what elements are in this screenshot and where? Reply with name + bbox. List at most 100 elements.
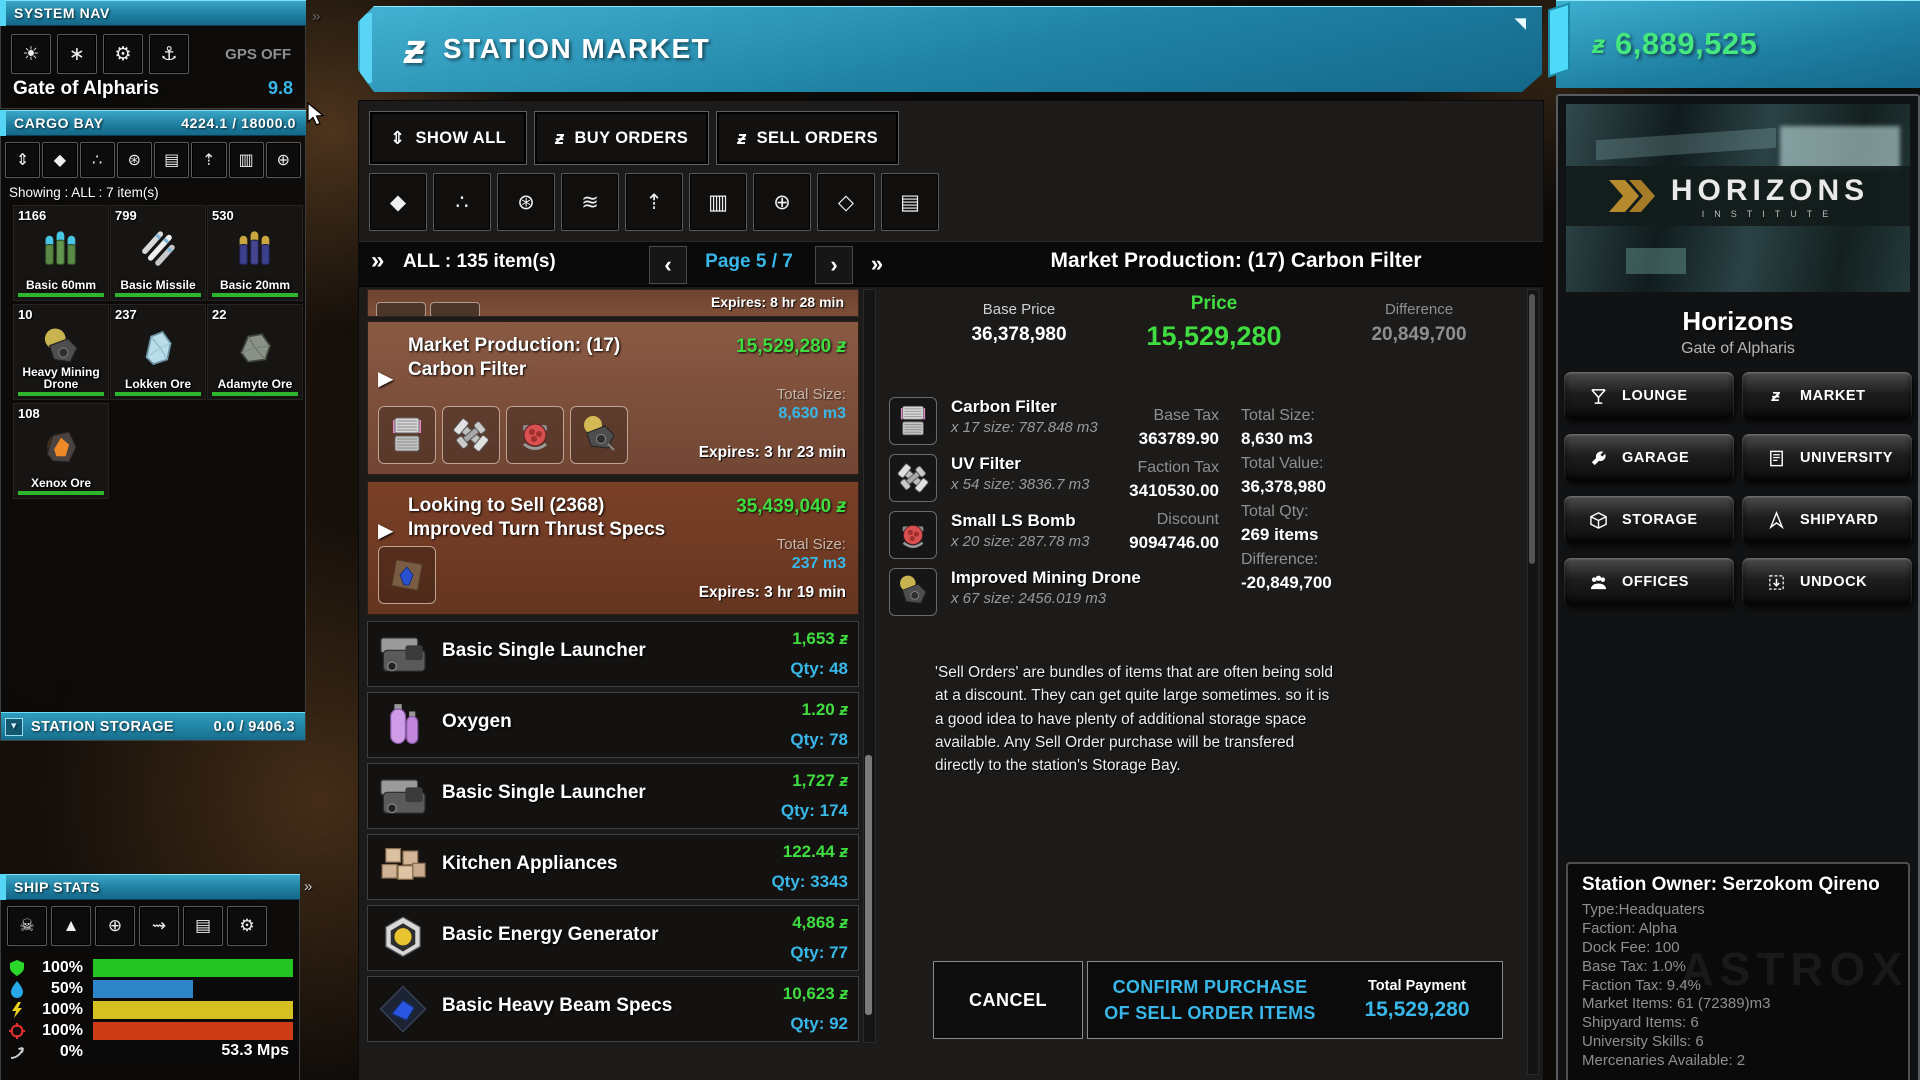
filter-ore-button[interactable]: ◆	[369, 173, 427, 231]
market-row-basic-heavy-beam-specs[interactable]: Basic Heavy Beam Specs 10,623 ƶ Qty: 92	[367, 976, 859, 1042]
nav-routes-icon[interactable]: ∗	[57, 34, 97, 74]
resize-arrow-icon[interactable]: ◥	[1514, 14, 1526, 32]
cargo-item-basic-missile[interactable]: 799 Basic Missile	[110, 205, 206, 301]
difference-total-label: Difference:	[1241, 551, 1318, 569]
order-price: 35,439,040	[736, 496, 831, 517]
filter-cargo-button[interactable]: ◇	[817, 173, 875, 231]
bundle-thumb-carbon-filter[interactable]	[378, 406, 436, 464]
cargo-filter-drones-button[interactable]: ▤	[154, 142, 189, 178]
ammo-icon: ▥	[239, 150, 254, 170]
bundle-thumb-mining-drone[interactable]	[570, 406, 628, 464]
shipstats-collapse-icon[interactable]: »	[304, 878, 312, 895]
nav-beacon-icon[interactable]: ⚓	[149, 34, 189, 74]
energy-bar	[93, 1001, 293, 1019]
speed-percent: 0%	[31, 1043, 83, 1061]
filter-modules-button[interactable]: ⊕	[753, 173, 811, 231]
item-name: Basic Missile	[113, 279, 203, 291]
oxygen-icon	[376, 698, 430, 752]
energy-generator-icon	[376, 911, 430, 965]
shipyard-button[interactable]: SHIPYARD	[1742, 496, 1912, 544]
cargo-item-heavy-mining-drone[interactable]: 10 Heavy Mining Drone	[13, 304, 109, 400]
filter-goods-button[interactable]: ∴	[433, 173, 491, 231]
detail-scrollbar-thumb[interactable]	[1529, 294, 1535, 564]
cargo-filter-modules-button[interactable]: ⊕	[266, 142, 301, 178]
currency-icon: ƶ	[1592, 29, 1605, 60]
bundle-thumb-uv-filter[interactable]	[442, 406, 500, 464]
nav-system-icon[interactable]: ☀	[11, 34, 51, 74]
storage-button[interactable]: STORAGE	[1564, 496, 1734, 544]
garage-button[interactable]: GARAGE	[1564, 434, 1734, 482]
list-scrollbar[interactable]	[863, 289, 876, 1043]
ship-cargo-button[interactable]: ▤	[183, 906, 223, 946]
confirm-purchase-button[interactable]: CONFIRM PURCHASE OF SELL ORDER ITEMS Tot…	[1087, 961, 1503, 1039]
cargo-item-xenox-ore[interactable]: 108 Xenox Ore	[13, 403, 109, 499]
station-image: HORIZONS INSTITUTE	[1566, 104, 1910, 292]
cargo-filter-all-button[interactable]: ⇕	[5, 142, 40, 178]
ship-thrust-button[interactable]: ⇝	[139, 906, 179, 946]
capacitor-icon	[7, 980, 27, 998]
wallet-bar: ƶ 6,889,525	[1556, 0, 1920, 88]
bundle-item-improved-mining-drone[interactable]: Improved Mining Drone x 67 size: 2456.01…	[889, 568, 1189, 618]
page-next-button[interactable]: ›	[815, 246, 853, 284]
market-row-oxygen[interactable]: Oxygen 1.20 ƶ Qty: 78	[367, 692, 859, 758]
expand-list-icon[interactable]: »	[371, 247, 384, 275]
filter-components-button[interactable]: ⊛	[497, 173, 555, 231]
ship-repair-button[interactable]: ⚙	[227, 906, 267, 946]
cargo-filter-ammo-button[interactable]: ▥	[229, 142, 264, 178]
lounge-button[interactable]: LOUNGE	[1564, 372, 1734, 420]
cancel-button[interactable]: CANCEL	[933, 961, 1083, 1039]
cargo-filter-missiles-button[interactable]: ⇡	[191, 142, 226, 178]
page-prev-button[interactable]: ‹	[649, 246, 687, 284]
filter-drones-button[interactable]: ≋	[561, 173, 619, 231]
station-logo-subtitle: INSTITUTE	[1671, 209, 1869, 219]
market-row-basic-energy-generator[interactable]: Basic Energy Generator 4,868 ƶ Qty: 77	[367, 905, 859, 971]
filter-orders-button[interactable]: ▤	[881, 173, 939, 231]
cargo-filter-ore-button[interactable]: ◆	[42, 142, 77, 178]
offices-button[interactable]: OFFICES	[1564, 558, 1734, 606]
ammo-icon: ▥	[708, 190, 728, 215]
cargo-bay-header[interactable]: CARGO BAY 4224.1 / 18000.0	[0, 110, 306, 136]
base-tax-label: Base Tax	[1059, 407, 1219, 425]
cargo-item-adamyte-ore[interactable]: 22 Adamyte Ore	[207, 304, 303, 400]
ship-pilot-button[interactable]: ☠	[7, 906, 47, 946]
ship-hull-button[interactable]: ▲	[51, 906, 91, 946]
lokken-ore-icon	[135, 325, 181, 371]
nav-waypoints-icon[interactable]: ⚙	[103, 34, 143, 74]
station-storage-bar[interactable]: ▾ STATION STORAGE 0.0 / 9406.3	[1, 712, 305, 740]
sysnav-collapse-icon[interactable]: »	[312, 8, 320, 25]
difference-value: 20,849,700	[1319, 324, 1519, 346]
order-row-partial[interactable]: Expires: 8 hr 28 min	[367, 289, 859, 317]
cargo-filter-components-button[interactable]: ⊛	[117, 142, 152, 178]
ship-modules-button[interactable]: ⊕	[95, 906, 135, 946]
university-button[interactable]: UNIVERSITY	[1742, 434, 1912, 482]
bundle-thumb-specs[interactable]	[378, 546, 436, 604]
expand-storage-icon[interactable]: ▾	[5, 718, 23, 736]
gps-status[interactable]: GPS OFF	[225, 46, 291, 63]
cargo-item-basic-20mm[interactable]: 530 Basic 20mm	[207, 205, 303, 301]
market-row-kitchen-appliances[interactable]: Kitchen Appliances 122.44 ƶ Qty: 3343	[367, 834, 859, 900]
cargo-item-lokken-ore[interactable]: 237 Lokken Ore	[110, 304, 206, 400]
confirm-label-line2: OF SELL ORDER ITEMS	[1104, 1003, 1315, 1023]
filter-ammo-button[interactable]: ▥	[689, 173, 747, 231]
market-row-basic-single-launcher[interactable]: Basic Single Launcher 1,653 ƶ Qty: 48	[367, 621, 859, 687]
order-row-looking-to-sell[interactable]: ▶ Looking to Sell (2368) Improved Turn T…	[367, 481, 859, 615]
market-row-basic-single-launcher-2[interactable]: Basic Single Launcher 1,727 ƶ Qty: 174	[367, 763, 859, 829]
undock-button[interactable]: UNDOCK	[1742, 558, 1912, 606]
row-item-name: Oxygen	[442, 711, 512, 733]
tab-show-all[interactable]: ⇕ SHOW ALL	[369, 111, 527, 165]
ship-stats-header[interactable]: SHIP STATS	[0, 874, 300, 900]
currency-icon: ƶ	[840, 700, 849, 719]
bundle-thumb-ls-bomb[interactable]	[506, 406, 564, 464]
market-button[interactable]: ƶ MARKET	[1742, 372, 1912, 420]
bundle-item-name: Carbon Filter	[951, 397, 1057, 417]
filter-missiles-button[interactable]: ⇡	[625, 173, 683, 231]
page-last-button[interactable]: »	[859, 246, 895, 282]
system-nav-header[interactable]: SYSTEM NAV	[0, 0, 306, 26]
cargo-filter-goods-button[interactable]: ∴	[80, 142, 115, 178]
tab-sell-orders[interactable]: ƶ SELL ORDERS	[716, 111, 899, 165]
tab-buy-orders[interactable]: ƶ BUY ORDERS	[534, 111, 709, 165]
total-payment-value: 15,529,280	[1332, 998, 1502, 1022]
cargo-item-basic-60mm[interactable]: 1166 Basic 60mm	[13, 205, 109, 301]
list-scrollbar-thumb[interactable]	[865, 755, 872, 1015]
order-row-market-production[interactable]: ▶ Market Production: (17) Carbon Filter …	[367, 321, 859, 475]
